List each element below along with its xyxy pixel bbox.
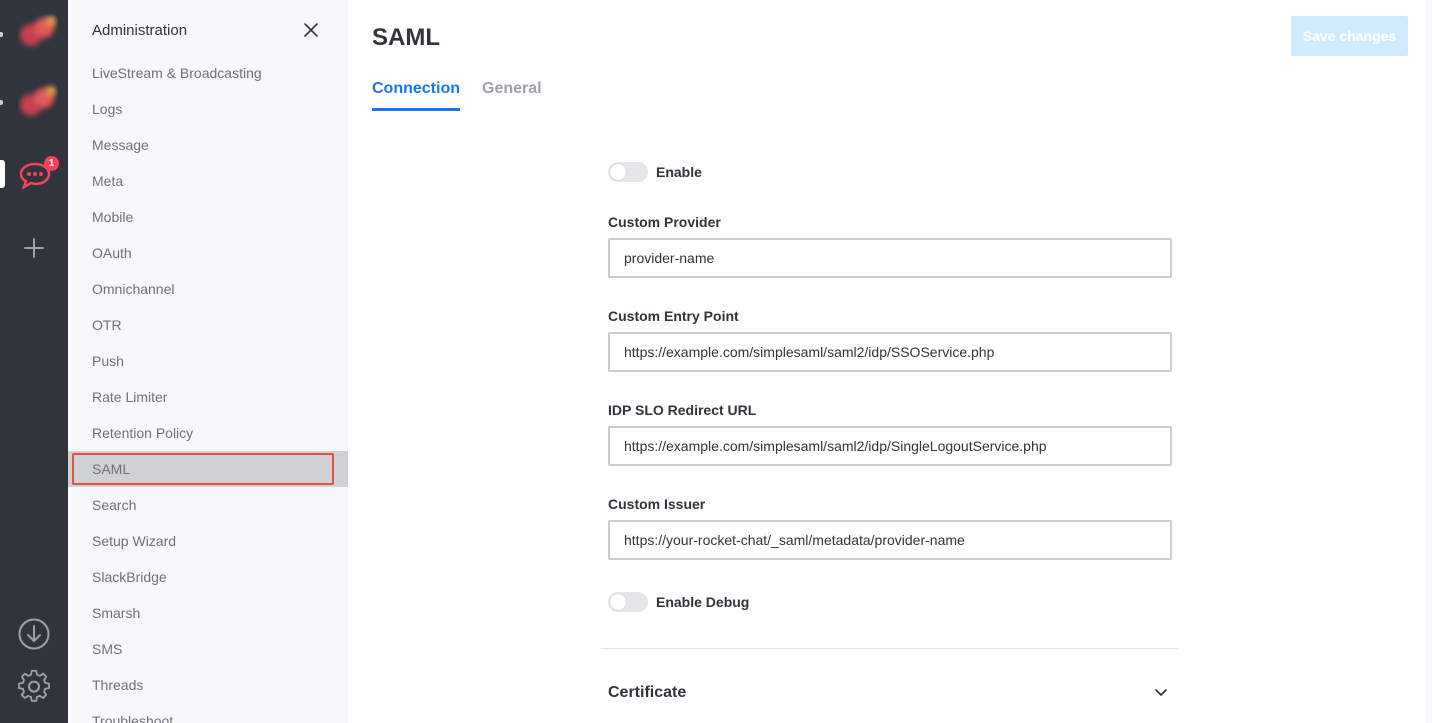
sidebar-item-smarsh[interactable]: Smarsh — [68, 595, 348, 631]
sidebar-menu: LiveStream & Broadcasting Logs Message M… — [68, 55, 348, 723]
tab-general[interactable]: General — [482, 80, 542, 98]
enable-toggle[interactable] — [608, 162, 648, 182]
custom-entry-point-input[interactable] — [608, 332, 1172, 372]
custom-issuer-input[interactable] — [608, 520, 1172, 560]
add-server-icon[interactable] — [22, 236, 46, 260]
sidebar-item-otr[interactable]: OTR — [68, 307, 348, 343]
enable-label: Enable — [656, 164, 702, 180]
admin-sidebar: Administration LiveStream & Broadcasting… — [68, 0, 348, 723]
chevron-down-icon[interactable] — [1154, 685, 1168, 699]
custom-provider-input[interactable] — [608, 238, 1172, 278]
server-avatar[interactable] — [18, 82, 58, 122]
tab-connection[interactable]: Connection — [372, 80, 460, 111]
server-avatar[interactable] — [18, 14, 58, 54]
sidebar-item-search[interactable]: Search — [68, 487, 348, 523]
main-content: SAML Save changes Connection General Ena… — [348, 0, 1432, 723]
sidebar-item-message[interactable]: Message — [68, 127, 348, 163]
sidebar-item-troubleshoot[interactable]: Troubleshoot — [68, 703, 348, 723]
sidebar-item-push[interactable]: Push — [68, 343, 348, 379]
enable-toggle-row: Enable — [608, 160, 702, 184]
save-changes-button[interactable]: Save changes — [1291, 16, 1408, 56]
notification-badge: 1 — [44, 156, 59, 171]
toggle-knob — [610, 594, 626, 610]
toggle-knob — [610, 164, 626, 180]
server-indicator — [0, 100, 3, 105]
sidebar-item-rate-limiter[interactable]: Rate Limiter — [68, 379, 348, 415]
sidebar-item-threads[interactable]: Threads — [68, 667, 348, 703]
download-icon[interactable] — [17, 617, 51, 651]
page-title: SAML — [372, 24, 440, 51]
scrollbar[interactable] — [1426, 0, 1432, 723]
active-server-indicator — [0, 160, 5, 188]
sidebar-item-oauth[interactable]: OAuth — [68, 235, 348, 271]
certificate-section-title[interactable]: Certificate — [608, 684, 686, 702]
enable-debug-toggle[interactable] — [608, 592, 648, 612]
sidebar-item-setup-wizard[interactable]: Setup Wizard — [68, 523, 348, 559]
sidebar-item-meta[interactable]: Meta — [68, 163, 348, 199]
idp-slo-redirect-url-input[interactable] — [608, 426, 1172, 466]
gear-icon[interactable] — [16, 669, 52, 705]
idp-slo-redirect-url-label: IDP SLO Redirect URL — [608, 402, 757, 418]
sidebar-item-mobile[interactable]: Mobile — [68, 199, 348, 235]
sidebar-item-livestream[interactable]: LiveStream & Broadcasting — [68, 55, 348, 91]
enable-debug-toggle-row: Enable Debug — [608, 590, 749, 614]
server-indicator — [0, 32, 3, 37]
custom-issuer-label: Custom Issuer — [608, 496, 706, 512]
enable-debug-label: Enable Debug — [656, 594, 750, 610]
custom-provider-label: Custom Provider — [608, 214, 721, 230]
sidebar-item-logs[interactable]: Logs — [68, 91, 348, 127]
sidebar-item-retention-policy[interactable]: Retention Policy — [68, 415, 348, 451]
sidebar-title: Administration — [92, 22, 188, 39]
custom-entry-point-label: Custom Entry Point — [608, 308, 739, 324]
selection-highlight — [72, 453, 334, 485]
close-icon[interactable] — [302, 21, 320, 39]
sidebar-item-omnichannel[interactable]: Omnichannel — [68, 271, 348, 307]
section-divider — [601, 648, 1179, 649]
sidebar-item-saml[interactable]: SAML — [68, 451, 348, 487]
sidebar-item-sms[interactable]: SMS — [68, 631, 348, 667]
sidebar-item-slackbridge[interactable]: SlackBridge — [68, 559, 348, 595]
server-rail: 1 — [0, 0, 68, 723]
